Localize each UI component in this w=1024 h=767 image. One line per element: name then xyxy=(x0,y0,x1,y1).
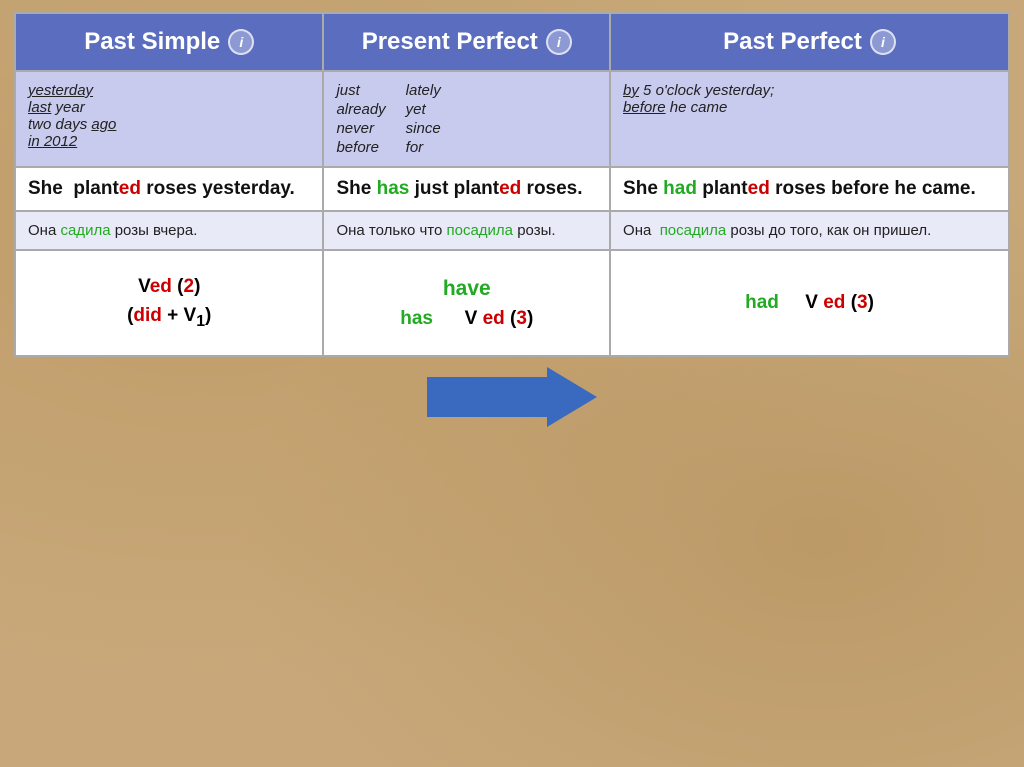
main-table: Past Simple i Present Perfect i Past Per… xyxy=(14,12,1010,357)
header-past-perfect: Past Perfect i xyxy=(610,13,1009,71)
formula-past-simple: Ved (2) (did + V1) xyxy=(15,250,323,356)
formula-present-perfect: have has V ed (3) xyxy=(323,250,610,356)
formula-past-perfect: had V ed (3) xyxy=(610,250,1009,356)
info-icon-past-simple[interactable]: i xyxy=(228,29,254,55)
example-present-perfect: She has just planted roses. xyxy=(323,167,610,211)
info-icon-present-perfect[interactable]: i xyxy=(546,29,572,55)
russian-present-perfect: Она только что посадила розы. xyxy=(323,211,610,250)
header-present-perfect: Present Perfect i xyxy=(323,13,610,71)
arrow-container xyxy=(427,367,597,427)
example-sentences-row: She planted roses yesterday. She has jus… xyxy=(15,167,1009,211)
arrow-head xyxy=(547,367,597,427)
example-past-perfect: She had planted roses before he came. xyxy=(610,167,1009,211)
russian-past-perfect: Она посадила розы до того, как он пришел… xyxy=(610,211,1009,250)
header-row: Past Simple i Present Perfect i Past Per… xyxy=(15,13,1009,71)
time-past-perfect: by 5 o'clock yesterday; before he came xyxy=(610,71,1009,167)
formula-row: Ved (2) (did + V1) have has V ed (3) had… xyxy=(15,250,1009,356)
example-past-simple: She planted roses yesterday. xyxy=(15,167,323,211)
info-icon-past-perfect[interactable]: i xyxy=(870,29,896,55)
arrow-body xyxy=(427,377,547,417)
time-past-simple: yesterday last year two days ago in 2012 xyxy=(15,71,323,167)
russian-past-simple: Она садила розы вчера. xyxy=(15,211,323,250)
time-present-perfect: just already never before lately yet sin… xyxy=(323,71,610,167)
russian-translation-row: Она садила розы вчера. Она только что по… xyxy=(15,211,1009,250)
time-expressions-row: yesterday last year two days ago in 2012… xyxy=(15,71,1009,167)
direction-arrow xyxy=(427,367,597,427)
header-past-simple: Past Simple i xyxy=(15,13,323,71)
